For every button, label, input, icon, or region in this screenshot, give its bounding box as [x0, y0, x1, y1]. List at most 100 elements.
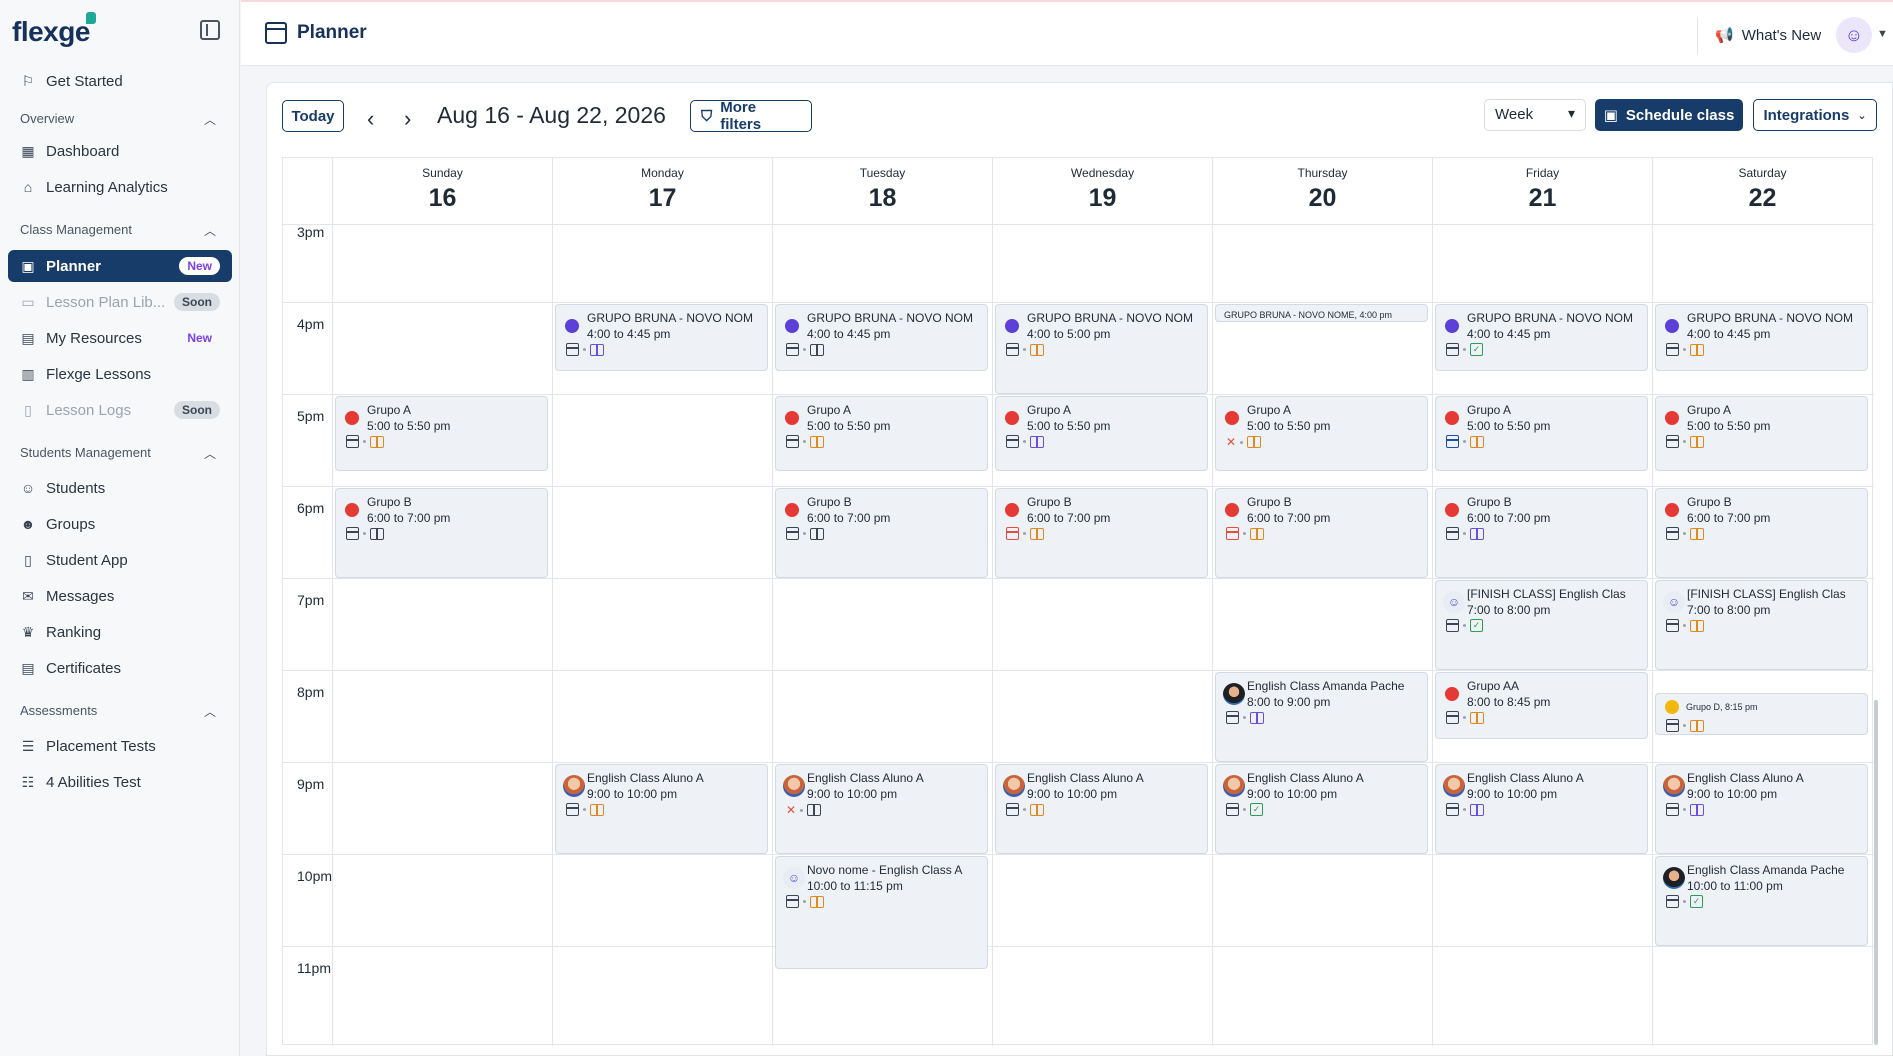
sidebar-item-student-app[interactable]: ▯ Student App	[8, 544, 232, 576]
day-header-tuesday[interactable]: Tuesday 18	[772, 158, 992, 224]
calendar-event[interactable]: Grupo B 6:00 to 7:00 pm	[775, 488, 988, 578]
sidebar-item-placement-tests[interactable]: ☰ Placement Tests	[8, 730, 232, 762]
calendar-event[interactable]: Grupo D, 8:15 pm	[1655, 693, 1868, 735]
sidebar-item-flexge-lessons[interactable]: ▥ Flexge Lessons	[8, 358, 232, 390]
sidebar-item-label: Flexge Lessons	[46, 365, 152, 383]
sidebar-item-learning-analytics[interactable]: ⌂ Learning Analytics	[8, 171, 232, 203]
calendar-event[interactable]: Grupo B 6:00 to 7:00 pm	[1655, 488, 1868, 578]
day-header-saturday[interactable]: Saturday 22	[1652, 158, 1872, 224]
day-header-wednesday[interactable]: Wednesday 19	[992, 158, 1212, 224]
chevron-up-icon[interactable]: ︿	[204, 222, 216, 239]
user-avatar[interactable]: ☺	[1836, 17, 1872, 53]
calendar-event[interactable]: Grupo A 5:00 to 5:50 pm	[1655, 396, 1868, 471]
integrations-button[interactable]: Integrations ⌄	[1753, 99, 1877, 131]
sidebar-item-dashboard[interactable]: ▦ Dashboard	[8, 135, 232, 167]
calendar-event[interactable]: English Class Amanda Pache 8:00 to 9:00 p…	[1215, 672, 1428, 762]
calendar-scrollbar[interactable]	[1874, 700, 1878, 1045]
event-title: Grupo B	[1247, 495, 1292, 509]
event-title: GRUPO BRUNA - NOVO NOM	[1687, 311, 1854, 325]
day-header-monday[interactable]: Monday 17	[552, 158, 772, 224]
next-week-chevron-right-icon[interactable]: ›	[404, 106, 411, 132]
event-status-icons	[1666, 435, 1704, 448]
calendar-event[interactable]: Grupo A 5:00 to 5:50 pm	[775, 396, 988, 471]
flag-icon: ⚐	[21, 72, 35, 89]
calendar-event[interactable]: ☺ Novo nome - English Class A 10:00 to 11:…	[775, 856, 988, 969]
calendar-event[interactable]: GRUPO BRUNA - NOVO NOM 4:00 to 5:00 pm	[995, 304, 1208, 394]
sidebar-item-messages[interactable]: ✉ Messages	[8, 580, 232, 612]
sidebar-item-ranking[interactable]: ♛ Ranking	[8, 616, 232, 648]
calendar-event[interactable]: English Class Aluno A 9:00 to 10:00 pm	[995, 764, 1208, 854]
group-color-dot	[785, 503, 799, 517]
calendar-event[interactable]: Grupo A 5:00 to 5:50 pm	[1435, 396, 1648, 471]
calendar-event[interactable]: Grupo B 6:00 to 7:00 pm	[1435, 488, 1648, 578]
chevron-up-icon[interactable]: ︿	[204, 703, 216, 720]
calendar-plus-icon: ▣	[1603, 107, 1618, 124]
calendar-event[interactable]: GRUPO BRUNA - NOVO NOM 4:00 to 4:45 pm	[775, 304, 988, 371]
sidebar-item-students[interactable]: ☺ Students	[8, 472, 232, 504]
calendar-event[interactable]: GRUPO BRUNA - NOVO NOM 4:00 to 4:45 pm	[1655, 304, 1868, 371]
calendar-event[interactable]: Grupo A 5:00 to 5:50 pm	[335, 396, 548, 471]
calendar-event[interactable]: English Class Aluno A 9:00 to 10:00 pm	[555, 764, 768, 854]
calendar-event[interactable]: Grupo A 5:00 to 5:50 pm ✕	[1215, 396, 1428, 471]
event-title: English Class Aluno A	[1027, 771, 1144, 785]
section-title-class-management[interactable]: Class Management	[20, 222, 132, 237]
calendar-event[interactable]: English Class Aluno A 9:00 to 10:00 pm	[1655, 764, 1868, 854]
hour-label: 9pm	[297, 776, 325, 792]
chevron-up-icon[interactable]: ︿	[204, 445, 216, 462]
schedule-class-button[interactable]: ▣ Schedule class	[1595, 99, 1743, 131]
sidebar-item-label: 4 Abilities Test	[46, 773, 141, 791]
calendar-event[interactable]: ☺ [FINISH CLASS] English Clas 7:00 to 8:00…	[1655, 580, 1868, 670]
calendar-event[interactable]: Grupo A 5:00 to 5:50 pm	[995, 396, 1208, 471]
more-filters-button[interactable]: ⛉ More filters	[690, 99, 812, 133]
document-icon: ▭	[21, 293, 35, 310]
event-title: GRUPO BRUNA - NOVO NOM	[807, 311, 974, 325]
sidebar-item-get-started[interactable]: ⚐ Get Started	[8, 65, 232, 97]
calendar-event[interactable]: ☺ [FINISH CLASS] English Clas 7:00 to 8:00…	[1435, 580, 1648, 670]
calendar-icon	[1666, 895, 1679, 908]
sidebar-item-label: Groups	[46, 515, 96, 533]
calendar-event[interactable]: English Class Aluno A 9:00 to 10:00 pm ✕	[775, 764, 988, 854]
chevron-up-icon[interactable]: ︿	[204, 111, 216, 128]
sidebar-item-groups[interactable]: ☻ Groups	[8, 508, 232, 540]
section-title-overview[interactable]: Overview	[20, 111, 74, 126]
chevron-down-icon[interactable]: ▼	[1877, 28, 1888, 40]
sidebar-item-4-abilities-test[interactable]: ☷ 4 Abilities Test	[8, 766, 232, 798]
student-avatar	[1663, 775, 1685, 797]
section-title-students-management[interactable]: Students Management	[20, 445, 151, 460]
day-header-friday[interactable]: Friday 21	[1432, 158, 1652, 224]
group-color-dot	[345, 411, 359, 425]
calendar-event[interactable]: GRUPO BRUNA - NOVO NOME, 4:00 pm	[1215, 304, 1428, 322]
sidebar-item-planner[interactable]: ▣ Planner New	[8, 250, 232, 282]
calendar-event[interactable]: English Class Aluno A 9:00 to 10:00 pm	[1435, 764, 1648, 854]
calendar-event[interactable]: Grupo B 6:00 to 7:00 pm	[995, 488, 1208, 578]
prev-week-chevron-left-icon[interactable]: ‹	[367, 106, 374, 132]
book-icon	[590, 803, 604, 816]
calendar-icon	[1446, 343, 1459, 356]
event-title: English Class Aluno A	[1247, 771, 1364, 785]
day-header-thursday[interactable]: Thursday 20	[1212, 158, 1432, 224]
person-icon: ☺	[1443, 591, 1465, 613]
sidebar-item-label: Student App	[46, 551, 128, 569]
sidebar-collapse-icon[interactable]	[200, 20, 220, 40]
day-column-divider	[552, 224, 553, 1046]
calendar-event[interactable]: Grupo B 6:00 to 7:00 pm	[335, 488, 548, 578]
view-select[interactable]: Week	[1484, 99, 1586, 131]
sidebar-item-certificates[interactable]: ▤ Certificates	[8, 652, 232, 684]
calendar-event[interactable]: English Class Aluno A 9:00 to 10:00 pm ✓	[1215, 764, 1428, 854]
calendar-event[interactable]: Grupo B 6:00 to 7:00 pm	[1215, 488, 1428, 578]
separator-dot	[1683, 808, 1686, 811]
whats-new-button[interactable]: 📢 What's New	[1715, 26, 1821, 45]
brand-logo[interactable]: flexge	[12, 12, 96, 48]
day-header-sunday[interactable]: Sunday 16	[332, 158, 552, 224]
section-title-assessments[interactable]: Assessments	[20, 703, 97, 718]
event-status-icons: ✕	[786, 803, 822, 817]
calendar-icon	[1446, 803, 1459, 816]
calendar-event[interactable]: Grupo AA 8:00 to 8:45 pm	[1435, 672, 1648, 739]
today-button[interactable]: Today	[282, 100, 344, 132]
calendar-event[interactable]: GRUPO BRUNA - NOVO NOM 4:00 to 4:45 pm	[555, 304, 768, 371]
event-status-icons	[1006, 527, 1044, 540]
calendar-event[interactable]: GRUPO BRUNA - NOVO NOM 4:00 to 4:45 pm ✓	[1435, 304, 1648, 371]
calendar-event[interactable]: English Class Amanda Pache 10:00 to 11:00…	[1655, 856, 1868, 946]
sidebar-item-my-resources[interactable]: ▤ My Resources New	[8, 322, 232, 354]
hour-label: 11pm	[297, 960, 331, 976]
